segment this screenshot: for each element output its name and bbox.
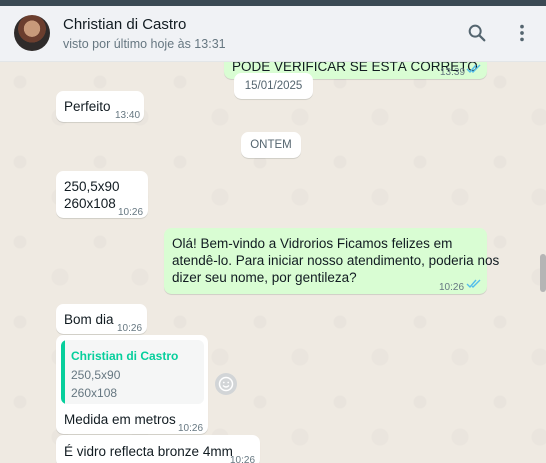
more-vertical-icon[interactable] [511, 22, 533, 44]
message-incoming[interactable]: Perfeito 13:40 [56, 91, 144, 122]
message-text: dizer seu nome, por gentileza? [172, 270, 357, 285]
message-incoming-reply[interactable]: Christian di Castro 250,5x90 260x108 Med… [56, 335, 208, 434]
quote-author: Christian di Castro [71, 349, 179, 363]
scrollbar-thumb[interactable] [540, 254, 546, 292]
message-incoming[interactable]: É vidro reflecta bronze 4mm 10:26 [56, 435, 260, 463]
quoted-message[interactable]: Christian di Castro 250,5x90 260x108 [61, 340, 204, 404]
message-text: Medida em metros [64, 412, 176, 427]
date-separator: ONTEM [241, 132, 301, 158]
message-time: 10:26 [230, 455, 256, 463]
message-incoming[interactable]: 250,5x90 260x108 10:26 [56, 171, 148, 218]
message-text: Perfeito [64, 99, 111, 114]
message-time: 10:26 [439, 282, 465, 293]
quote-accent-bar [61, 340, 65, 404]
message-text: É vidro reflecta bronze 4mm [64, 444, 233, 459]
read-receipt-icon [466, 279, 481, 289]
quote-text: 260x108 [71, 386, 118, 400]
read-receipt-icon [466, 64, 481, 74]
chat-header[interactable]: Christian di Castro visto por último hoj… [0, 6, 546, 62]
message-time: 13:39 [440, 67, 466, 78]
contact-last-seen: visto por último hoje às 13:31 [63, 37, 226, 51]
message-time: 10:26 [118, 207, 144, 218]
date-separator: 15/01/2025 [234, 73, 313, 99]
message-text: Bom dia [64, 312, 114, 327]
message-list[interactable]: PODE VERIFICAR SE ESTÁ CORRETO 13:39 15/… [0, 62, 546, 463]
message-text: atendê-lo. Para iniciar nosso atendiment… [172, 253, 500, 268]
contact-avatar[interactable] [14, 15, 50, 51]
message-time: 13:40 [115, 110, 141, 121]
search-icon[interactable] [466, 22, 488, 44]
message-incoming[interactable]: Bom dia 10:26 [56, 304, 147, 334]
message-text: Olá! Bem-vindo a Vidrorios Ficamos feliz… [172, 236, 453, 251]
message-text: 260x108 [64, 196, 116, 211]
reaction-emoji-icon[interactable] [215, 373, 237, 395]
contact-name[interactable]: Christian di Castro [63, 16, 186, 33]
quote-text: 250,5x90 [71, 368, 121, 382]
message-text: 250,5x90 [64, 179, 120, 194]
message-outgoing[interactable]: Olá! Bem-vindo a Vidrorios Ficamos feliz… [164, 228, 499, 294]
